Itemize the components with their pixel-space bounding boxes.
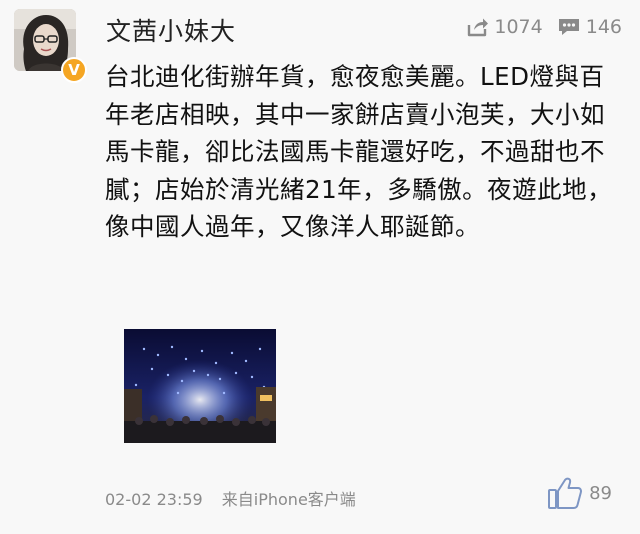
like-button[interactable]: 89 [547, 476, 612, 510]
post-source: 来自iPhone客户端 [221, 490, 356, 509]
post-meta: 02-02 23:59 来自iPhone客户端 [105, 486, 356, 510]
post-image-thumbnail[interactable] [124, 329, 276, 443]
repost-count: 1074 [494, 16, 543, 38]
verified-badge-icon: V [61, 57, 87, 83]
night-street-photo [124, 329, 276, 443]
post-timestamp: 02-02 23:59 [105, 490, 203, 509]
thumbs-up-icon [548, 477, 583, 509]
avatar-container[interactable]: V [14, 9, 87, 83]
author-name[interactable]: 文茜小妹大 [106, 12, 236, 48]
comment-button[interactable]: 146 [557, 16, 622, 38]
repost-icon [468, 18, 489, 37]
comment-icon [558, 19, 579, 35]
post-stats: 1074 146 [453, 16, 622, 38]
post-body-text: 台北迪化街辦年貨，愈夜愈美麗。LED燈與百年老店相映，其中一家餅店賣小泡芙，大小… [105, 62, 613, 241]
repost-button[interactable]: 1074 [467, 16, 543, 38]
like-count: 89 [589, 482, 612, 504]
comment-count: 146 [585, 16, 622, 38]
weibo-post-card: V 文茜小妹大 1074 146 台北迪化街辦年貨，愈夜愈美麗。LED燈與百年老… [0, 0, 640, 534]
